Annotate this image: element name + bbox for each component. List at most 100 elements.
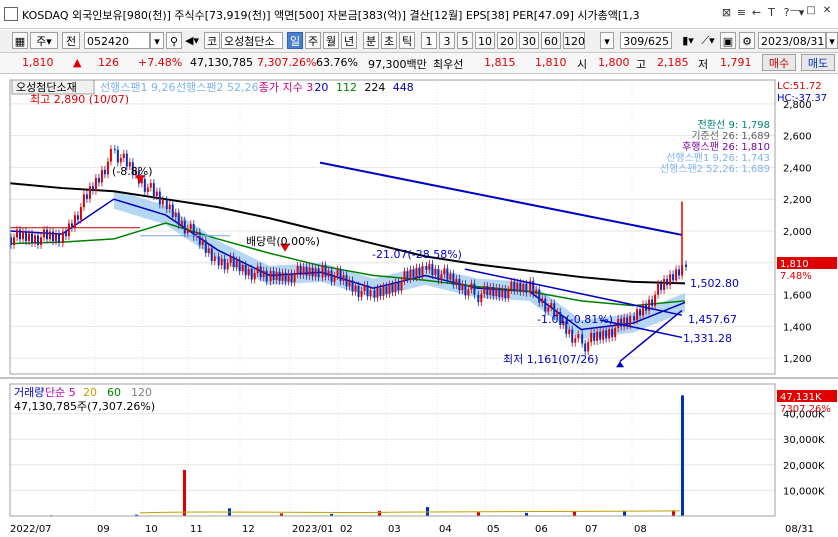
title-bar: KOSDAQ 외국인보유[980(천)] 주식수[73,919(천)] 액면[5… — [0, 0, 838, 29]
candle-body — [186, 228, 189, 234]
candle-body — [296, 265, 299, 275]
screen-icon[interactable]: ⊠ — [720, 6, 733, 20]
candle-body — [76, 215, 79, 220]
line-settings-icon[interactable]: ⟋▾ — [700, 32, 716, 49]
interval-dropdown-icon[interactable]: ▾ — [600, 32, 614, 49]
date-field[interactable]: 2023/08/31 — [758, 32, 826, 49]
price-legend-item: 종가 지수 3 — [259, 81, 313, 94]
period-day-tab[interactable]: 일 — [287, 32, 303, 49]
candle-body — [418, 267, 421, 276]
candle-body — [238, 260, 241, 272]
interval-120[interactable]: 120 — [563, 32, 585, 49]
interval-20[interactable]: 20 — [497, 32, 517, 49]
interval-30[interactable]: 30 — [519, 32, 539, 49]
speaker-icon[interactable]: ◀▾ — [184, 32, 200, 49]
interval-5[interactable]: 5 — [457, 32, 473, 49]
interval-60[interactable]: 60 — [541, 32, 561, 49]
interval-3[interactable]: 3 — [439, 32, 455, 49]
candle-body — [198, 232, 201, 245]
stock-name-field[interactable]: 오성첨단소 — [221, 32, 283, 49]
candle-body — [250, 268, 253, 280]
candle-body — [507, 289, 510, 298]
window-title: KOSDAQ 외국인보유[980(천)] 주식수[73,919(천)] 액면[5… — [22, 9, 640, 22]
price-legend-item: 선행스팬2 52,26 — [176, 81, 258, 94]
stock-chart[interactable]: 2,8002,6002,4002,2002,0001,8001,6001,400… — [0, 74, 838, 537]
candle-body — [43, 229, 45, 238]
candle-body — [391, 284, 394, 293]
candle-body — [596, 331, 599, 341]
interval-1[interactable]: 1 — [421, 32, 437, 49]
volume-bar — [183, 469, 186, 516]
volume-bar — [378, 510, 381, 516]
type2-button[interactable]: 전 — [62, 32, 80, 49]
candle-body — [232, 256, 235, 268]
candle-body — [299, 265, 302, 275]
volume-legend-item: 60 — [107, 386, 121, 399]
close-button[interactable]: ✕ — [820, 4, 834, 18]
best-quote-label: 최우선 — [433, 58, 464, 71]
candle-body — [522, 283, 525, 292]
price-legend-item: 20 — [314, 81, 328, 94]
candle-body — [345, 275, 348, 287]
candle-body — [467, 289, 470, 296]
candle-body — [259, 266, 262, 278]
date-dropdown-icon[interactable]: ▾ — [826, 32, 838, 49]
market-button[interactable]: 코 — [204, 32, 220, 49]
time-axis-label: 12 — [242, 524, 255, 535]
stock-code-input[interactable]: 052420 — [84, 32, 150, 49]
volume-tick-label: 10,000K — [783, 486, 825, 497]
type-select[interactable]: 주▾ — [30, 32, 58, 49]
search-icon[interactable]: ⚲ — [166, 32, 182, 49]
candle-settings-icon[interactable]: ▮▾ — [680, 32, 696, 49]
candle-body — [626, 317, 629, 326]
period-year-tab[interactable]: 년 — [341, 32, 357, 49]
time-axis-label: 06 — [535, 524, 548, 535]
lc-label: LC:51.72 — [777, 81, 822, 92]
indicator-info: 전환선 9: 1,798 — [698, 119, 770, 131]
candle-body — [366, 285, 369, 297]
candle-body — [97, 177, 100, 183]
candle-body — [16, 229, 18, 238]
grid-icon[interactable]: ▦ — [12, 32, 28, 49]
candle-body — [106, 161, 109, 175]
price-tick-label: 1,600 — [783, 291, 812, 302]
window-menu-icon[interactable] — [4, 7, 18, 21]
candle-body — [52, 231, 54, 242]
period-minute-tab[interactable]: 분 — [363, 32, 379, 49]
candle-body — [305, 266, 308, 276]
maximize-button[interactable]: □ — [804, 4, 818, 18]
candle-body — [226, 262, 229, 270]
interval-10[interactable]: 10 — [475, 32, 495, 49]
settings-icon[interactable]: ⚙ — [739, 32, 755, 49]
price-legend-item: 448 — [393, 81, 414, 94]
chart-annotation: -21.07(-28.58%) — [372, 248, 462, 261]
candle-body — [354, 285, 357, 292]
candle-body — [403, 271, 406, 281]
candle-body — [409, 269, 412, 280]
code-dropdown-icon[interactable]: ▾ — [150, 32, 164, 49]
chart-annotation: 1,502.80 — [690, 277, 739, 290]
candle-body — [501, 288, 504, 297]
price-pct-tag: 7.48% — [780, 271, 812, 282]
sell-button[interactable]: 매도 — [801, 54, 835, 71]
period-tick-tab[interactable]: 틱 — [399, 32, 415, 49]
period-month-tab[interactable]: 월 — [323, 32, 339, 49]
text-icon[interactable]: T — [765, 6, 778, 20]
candle-body — [217, 256, 220, 266]
candle-body — [492, 286, 495, 297]
candle-body — [73, 215, 76, 228]
candle-body — [428, 263, 431, 270]
candle-body — [437, 269, 440, 281]
type-select-label: 주 — [36, 35, 47, 48]
menu-icon[interactable]: ≡ — [735, 6, 748, 20]
period-week-tab[interactable]: 주 — [305, 32, 321, 49]
buy-button[interactable]: 매수 — [762, 54, 796, 71]
candle-body — [657, 283, 660, 295]
save-icon[interactable]: ▣ — [720, 32, 736, 49]
candle-body — [116, 149, 119, 163]
arrow-left-icon[interactable]: ← — [750, 6, 763, 20]
time-axis-label: 05 — [487, 524, 500, 535]
period-second-tab[interactable]: 초 — [381, 32, 397, 49]
candle-body — [666, 279, 669, 286]
minimize-button[interactable]: — — [788, 4, 802, 18]
